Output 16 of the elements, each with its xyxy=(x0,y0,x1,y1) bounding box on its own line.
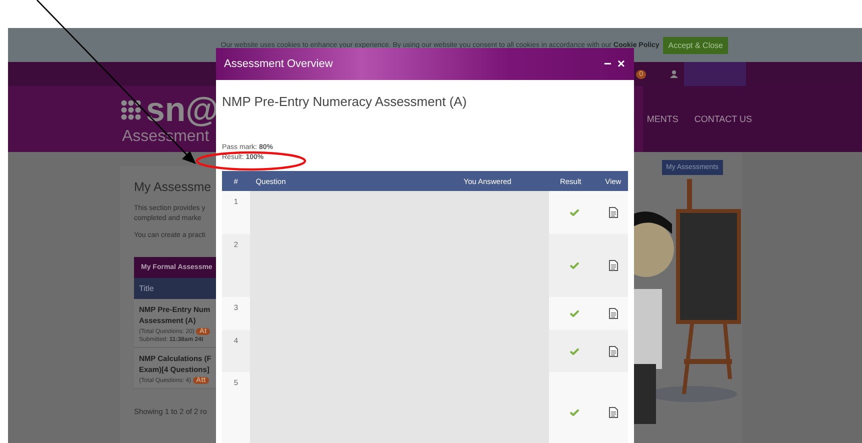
document-icon[interactable] xyxy=(609,207,618,218)
minimize-button[interactable]: − xyxy=(602,57,612,71)
accept-close-button[interactable]: Accept & Close xyxy=(663,36,728,54)
assessment-heading: NMP Pre-Entry Numeracy Assessment (A) xyxy=(222,94,468,109)
page-title: My Assessme xyxy=(134,180,212,194)
document-icon[interactable] xyxy=(609,260,618,271)
user-icon[interactable] xyxy=(670,70,678,78)
modal-title: Assessment Overview xyxy=(224,58,333,70)
logo-text: sn@ xyxy=(146,92,219,128)
nav-link[interactable]: MENTS xyxy=(646,114,678,124)
close-button[interactable]: × xyxy=(616,57,626,71)
document-icon[interactable] xyxy=(609,308,618,319)
document-icon[interactable] xyxy=(609,406,618,418)
nav-link[interactable]: CONTACT US xyxy=(694,114,752,124)
dots-icon xyxy=(120,99,142,121)
document-icon[interactable] xyxy=(609,346,618,356)
